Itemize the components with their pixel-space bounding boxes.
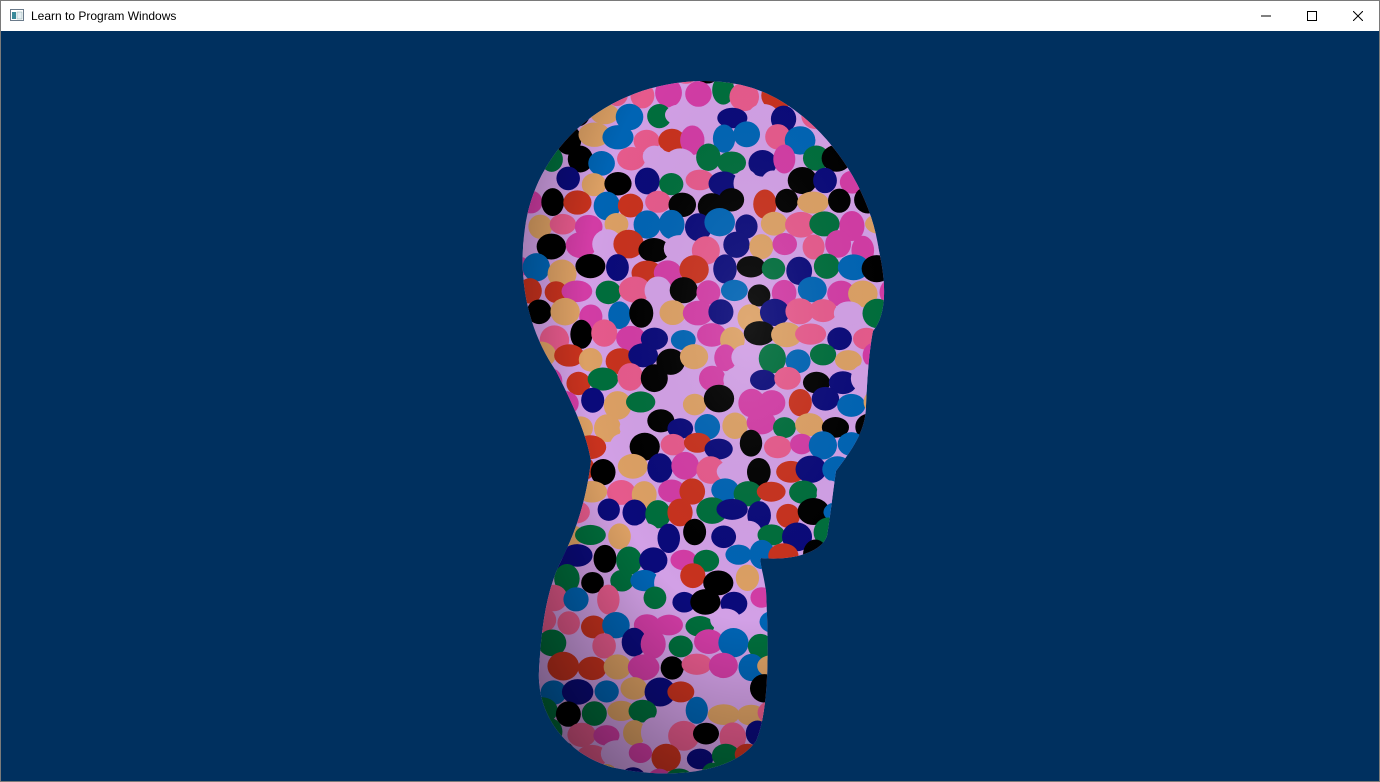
close-button[interactable] [1335,1,1380,31]
title-bar[interactable]: Learn to Program Windows [1,1,1379,31]
close-icon [1353,11,1363,21]
3d-textured-head-model [522,81,885,774]
maximize-icon [1307,11,1317,21]
minimize-icon [1261,15,1271,17]
window-title: Learn to Program Windows [31,9,177,23]
minimize-button[interactable] [1243,1,1289,31]
maximize-button[interactable] [1289,1,1335,31]
window-app-icon [10,9,24,21]
app-window: Learn to Program Windows [0,0,1380,782]
render-viewport[interactable] [1,31,1379,781]
